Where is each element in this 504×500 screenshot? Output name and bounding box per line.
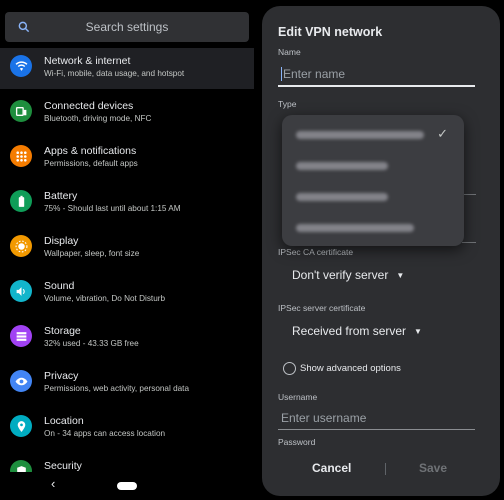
- settings-item-title: Display: [44, 235, 79, 247]
- ca-certificate-label: IPSec CA certificate: [278, 247, 354, 257]
- storage-icon: [10, 325, 32, 347]
- settings-item-title: Sound: [44, 280, 75, 292]
- settings-item[interactable]: Privacy Permissions, web activity, person…: [0, 361, 254, 406]
- devices-icon: [10, 100, 32, 122]
- settings-item[interactable]: Display Wallpaper, sleep, font size: [0, 226, 254, 271]
- settings-item-subtitle: Wi-Fi, mobile, data usage, and hotspot: [44, 69, 185, 78]
- redacted-option-label: [296, 224, 414, 232]
- text-cursor: [281, 67, 282, 81]
- advanced-options-checkbox[interactable]: [283, 362, 296, 375]
- username-input[interactable]: Enter username: [281, 411, 366, 425]
- search-bar[interactable]: Search settings: [5, 12, 249, 42]
- search-icon: [17, 20, 31, 34]
- wifi-icon: [10, 55, 32, 77]
- server-certificate-value: Received from server: [292, 324, 407, 338]
- home-pill-icon[interactable]: [117, 482, 137, 490]
- settings-item-subtitle: On - 34 apps can access location: [44, 429, 166, 438]
- apps-icon: [10, 145, 32, 167]
- server-certificate-label: IPSec server certificate: [278, 303, 366, 313]
- settings-item-title: Storage: [44, 325, 81, 337]
- settings-item-subtitle: 32% used - 43.33 GB free: [44, 339, 139, 348]
- name-underline: [278, 85, 475, 87]
- redacted-option-label: [296, 162, 388, 170]
- brightness-icon: [10, 235, 32, 257]
- battery-icon: [10, 190, 32, 212]
- type-option[interactable]: [282, 214, 464, 244]
- settings-item-title: Network & internet: [44, 55, 131, 67]
- settings-item-title: Security: [44, 460, 82, 472]
- settings-item[interactable]: Location On - 34 apps can access location: [0, 406, 254, 451]
- ca-certificate-dropdown[interactable]: Don't verify server ▼: [292, 268, 404, 282]
- navigation-bar: ‹: [0, 472, 254, 500]
- dialog-pane: Edit VPN network Name Enter name Type IP…: [254, 0, 504, 500]
- eye-icon: [10, 370, 32, 392]
- dropdown-arrow-icon: ▼: [396, 271, 405, 280]
- settings-item-subtitle: 75% - Should last until about 1:15 AM: [44, 204, 181, 213]
- settings-item-subtitle: Bluetooth, driving mode, NFC: [44, 114, 152, 123]
- name-input[interactable]: Enter name: [283, 67, 345, 81]
- settings-item-subtitle: Wallpaper, sleep, font size: [44, 249, 140, 258]
- settings-item[interactable]: Battery 75% - Should last until about 1:1…: [0, 181, 254, 226]
- settings-item-title: Battery: [44, 190, 78, 202]
- type-option[interactable]: [282, 183, 464, 213]
- button-divider: [385, 463, 386, 475]
- settings-item-title: Location: [44, 415, 84, 427]
- hidden-field-underline: [462, 242, 476, 243]
- settings-item-subtitle: Permissions, web activity, personal data: [44, 384, 190, 393]
- checkmark-icon: ✓: [437, 126, 448, 141]
- advanced-options-label[interactable]: Show advanced options: [300, 363, 401, 374]
- username-label: Username: [278, 392, 318, 402]
- type-option[interactable]: ✓: [282, 121, 464, 151]
- settings-item-subtitle: Volume, vibration, Do Not Disturb: [44, 294, 166, 303]
- hidden-field-underline: [462, 194, 476, 195]
- cancel-button[interactable]: Cancel: [312, 461, 351, 475]
- settings-item[interactable]: Sound Volume, vibration, Do Not Disturb: [0, 271, 254, 316]
- server-certificate-dropdown[interactable]: Received from server ▼: [292, 324, 422, 338]
- back-icon[interactable]: ‹: [51, 476, 55, 491]
- settings-item[interactable]: Apps & notifications Permissions, default…: [0, 136, 254, 181]
- type-option[interactable]: [282, 152, 464, 182]
- save-button[interactable]: Save: [419, 461, 447, 475]
- settings-item[interactable]: Storage 32% used - 43.33 GB free: [0, 316, 254, 361]
- search-placeholder: Search settings: [85, 20, 169, 34]
- volume-icon: [10, 280, 32, 302]
- edit-vpn-dialog: Edit VPN network Name Enter name Type IP…: [262, 6, 500, 496]
- dialog-title: Edit VPN network: [278, 25, 383, 39]
- redacted-option-label: [296, 131, 424, 139]
- settings-item-title: Apps & notifications: [44, 145, 137, 157]
- settings-pane: Search settings Network & internet Wi-Fi,…: [0, 0, 254, 500]
- name-label: Name: [278, 47, 301, 57]
- type-popup-menu: ✓: [282, 115, 464, 246]
- settings-item-title: Connected devices: [44, 100, 134, 112]
- username-underline: [278, 429, 475, 430]
- settings-item[interactable]: Connected devices Bluetooth, driving mode…: [0, 91, 254, 136]
- ca-certificate-value: Don't verify server: [292, 268, 389, 282]
- dropdown-arrow-icon: ▼: [414, 327, 422, 336]
- settings-item[interactable]: Network & internet Wi-Fi, mobile, data us…: [0, 46, 254, 91]
- settings-item-subtitle: Permissions, default apps: [44, 159, 138, 168]
- password-label: Password: [278, 437, 316, 447]
- type-label: Type: [278, 99, 297, 109]
- redacted-option-label: [296, 193, 388, 201]
- location-pin-icon: [10, 415, 32, 437]
- settings-item-title: Privacy: [44, 370, 79, 382]
